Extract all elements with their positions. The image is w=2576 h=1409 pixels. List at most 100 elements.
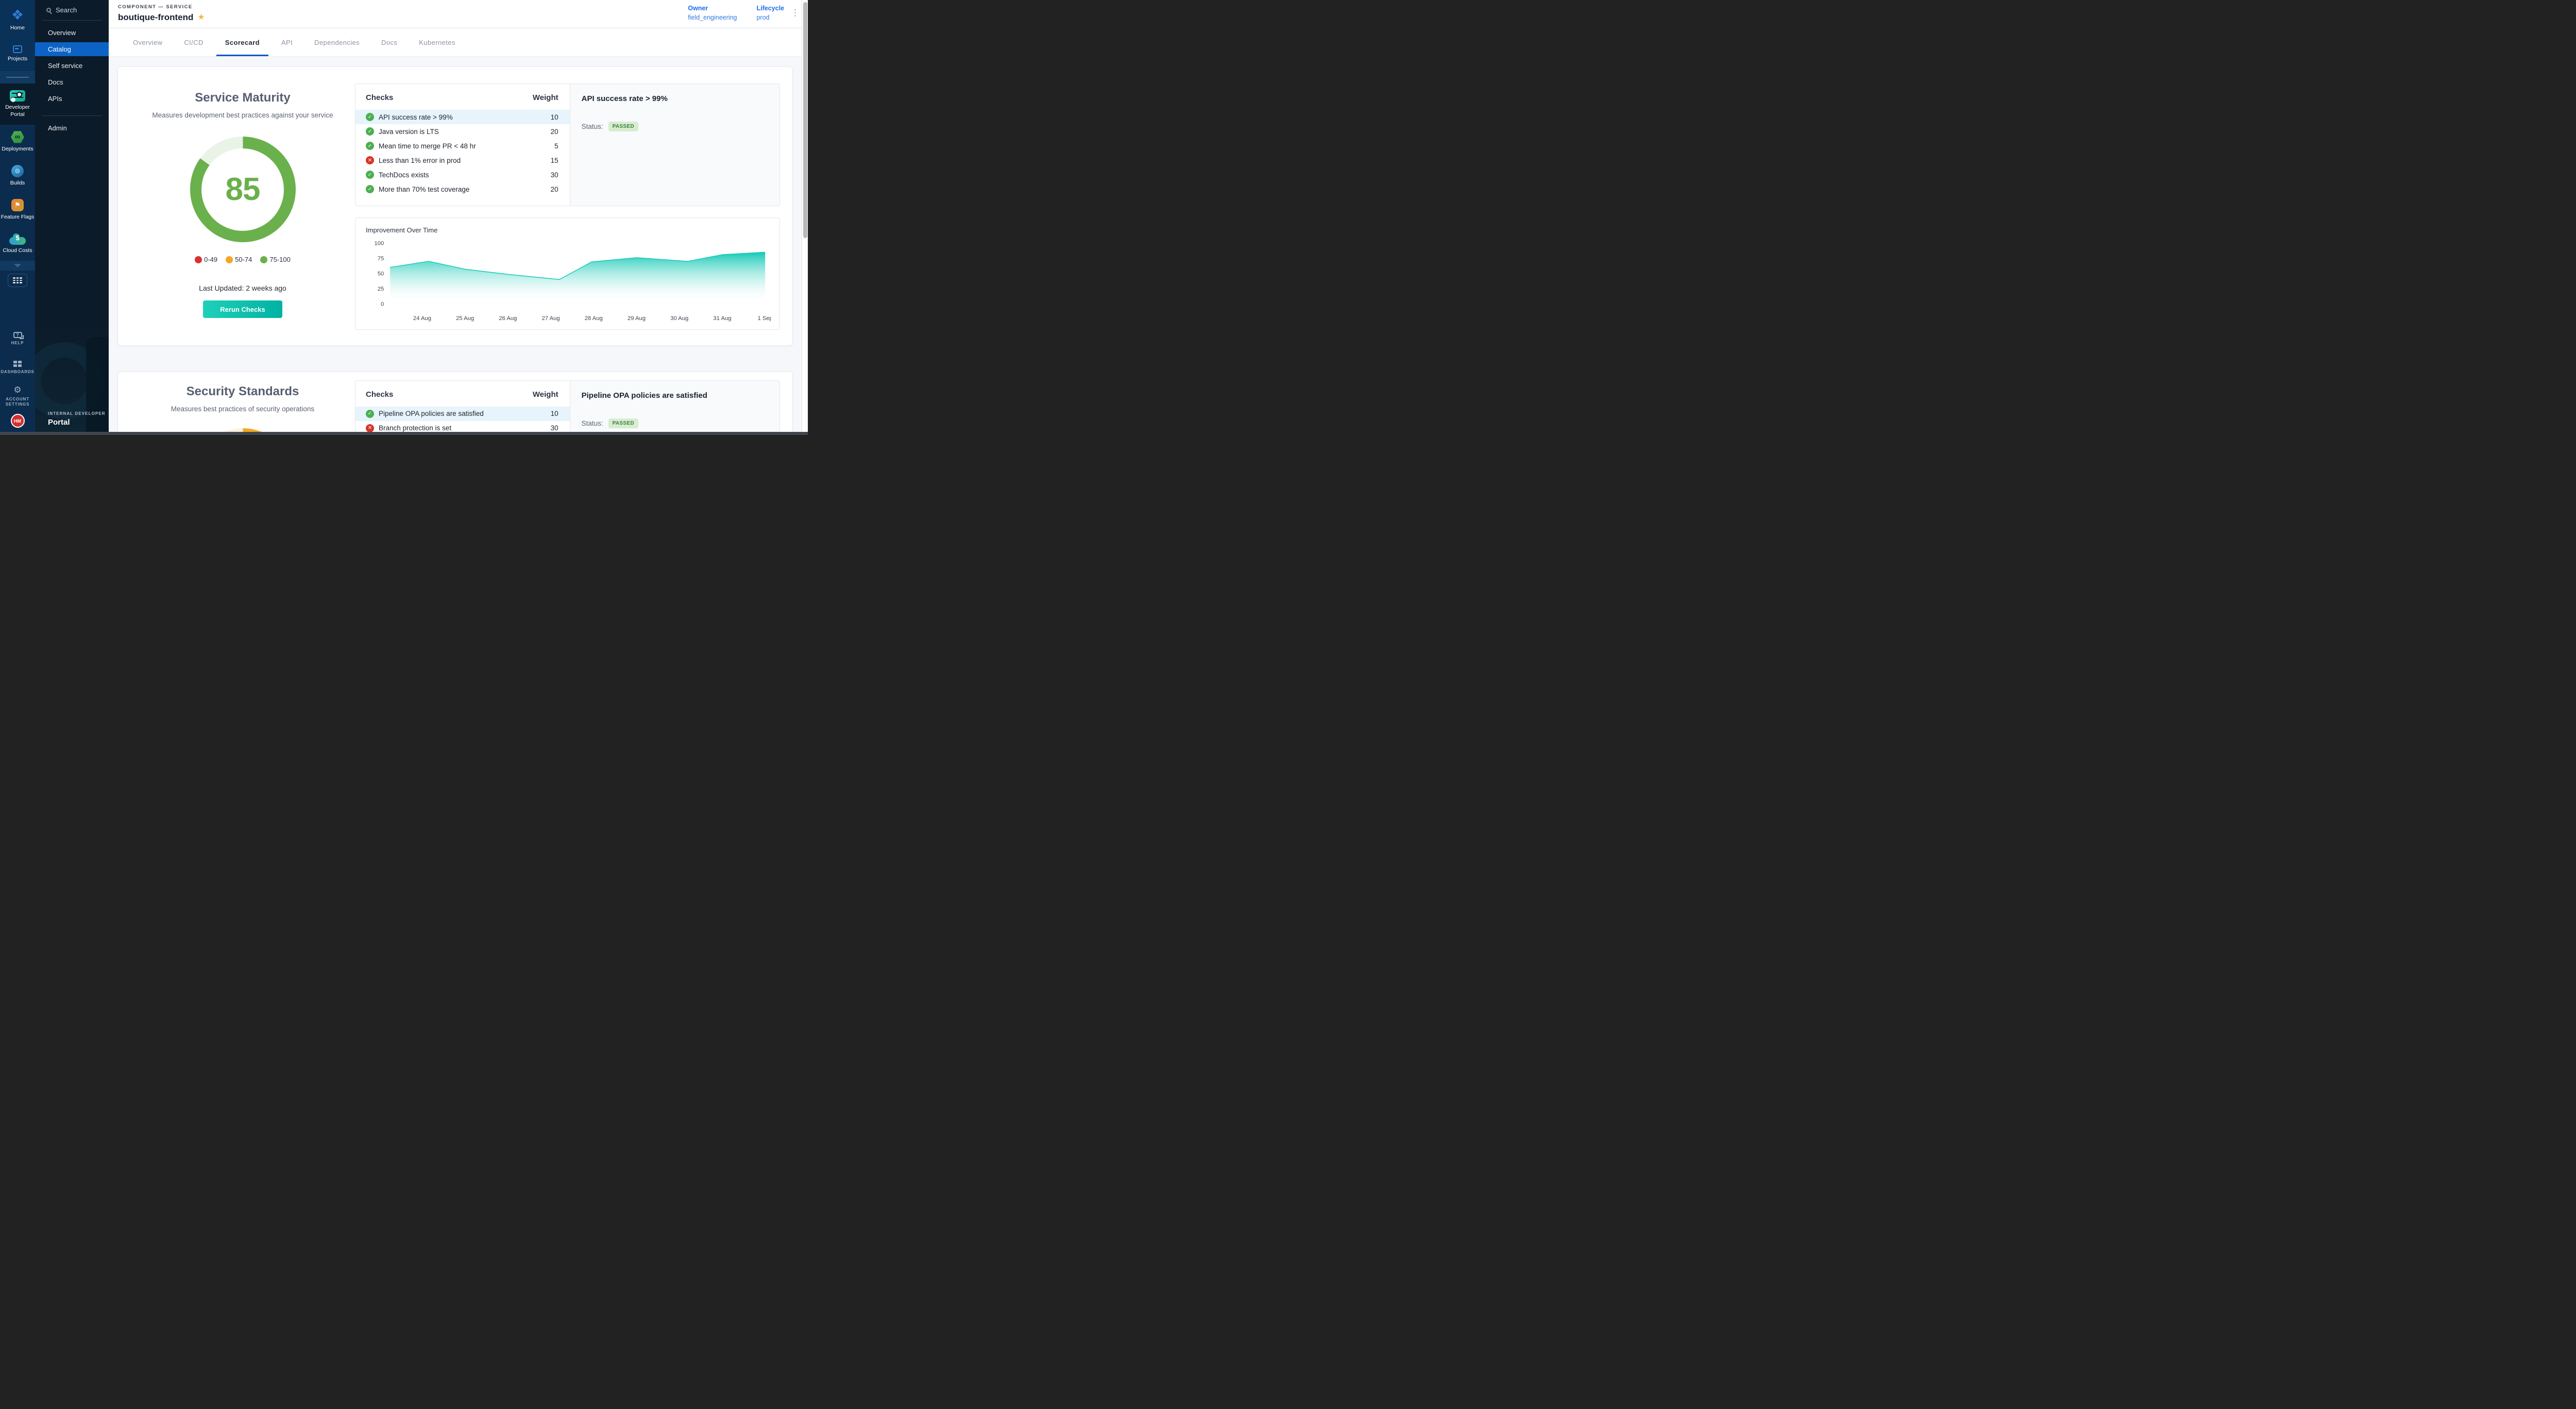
sidebar-item-projects[interactable]: Projects [0,37,35,71]
sidebar-item-cloud-costs[interactable]: Cloud Costs [0,227,35,261]
brand-name: Portal [48,418,109,427]
sidebar-item-overview[interactable]: Overview [35,26,109,40]
tab-scorecard[interactable]: Scorecard [216,28,268,56]
tab-ci-cd[interactable]: CI/CD [175,28,212,56]
sidebar-item-account-settings[interactable]: ⚙ACCOUNT SETTINGS [0,382,35,411]
projects-cube-icon [13,45,22,53]
primary-sidebar: ❖Home Projects Developer Portal ∞Deployme… [0,0,35,435]
sidebar-item-catalog[interactable]: Catalog [35,42,109,56]
scorecard-subtitle: Measures development best practices agai… [130,111,355,119]
primary-sidebar-modules: ∞Deployments⊚Builds⚑Feature Flags Cloud C… [0,125,35,261]
legend-dot [226,256,233,263]
check-row[interactable]: ✕Less than 1% error in prod15 [355,153,570,167]
score-legend: 0-4950-7475-100 [130,256,355,263]
sidebar-item-label: Projects [8,56,27,62]
kebab-menu-icon[interactable]: ⋮ [791,8,800,17]
check-detail-panel: Pipeline OPA policies are satisfied Stat… [570,381,779,435]
owner-label[interactable]: Owner [688,5,737,12]
checks-column-header: Checks [366,390,393,399]
check-pass-icon: ✓ [366,171,374,179]
dashboards-icon [13,361,22,367]
status-label: Status: [582,123,603,130]
lifecycle-value: prod [756,14,784,21]
improvement-chart-card: Improvement Over Time 100755025024 Aug25… [355,217,780,330]
help-icon: ? [13,332,22,338]
legend-item: 75-100 [260,256,290,263]
sidebar-item-feature-flags[interactable]: ⚑Feature Flags [0,193,35,227]
sidebar-item-builds[interactable]: ⊚Builds [0,159,35,193]
avatar[interactable]: HM [11,414,25,428]
check-name: Mean time to merge PR < 48 hr [379,142,554,150]
check-weight: 20 [551,186,558,193]
check-row[interactable]: ✓Mean time to merge PR < 48 hr5 [355,139,570,153]
account-settings-icon: ⚙ [13,385,21,394]
entity-header: COMPONENT — SERVICE boutique-frontend ★ … [109,0,808,28]
app-window: ❖Home Projects Developer Portal ∞Deployme… [0,0,808,435]
primary-sidebar-top: ❖Home Projects [0,0,35,71]
module-switcher-button[interactable] [8,274,27,287]
collapse-band[interactable] [0,261,35,271]
sidebar-item-deployments[interactable]: ∞Deployments [0,125,35,159]
area-series [390,252,765,304]
check-row[interactable]: ✓ TechDocs exists30 [355,167,570,182]
check-name: Java version is LTS [379,128,551,136]
sidebar-item-self-service[interactable]: Self service [35,59,109,73]
sidebar-item-docs[interactable]: Docs [35,75,109,89]
favorite-star-icon[interactable]: ★ [197,13,205,22]
check-weight: 15 [551,157,558,164]
check-pass-icon: ✓ [366,410,374,418]
tab-docs[interactable]: Docs [372,28,406,56]
check-detail-title: API success rate > 99% [582,94,768,103]
sidebar-item-label: Feature Flags [1,214,35,221]
sidebar-item-label: DASHBOARDS [1,370,34,375]
developer-portal-icon [10,90,25,102]
deployments-icon: ∞ [11,131,24,143]
y-axis-tick: 0 [381,301,384,307]
legend-item: 50-74 [226,256,252,263]
y-axis-tick: 75 [378,256,384,262]
tab-api[interactable]: API [273,28,301,56]
check-name: API success rate > 99% [379,113,551,121]
primary-sidebar-active-section: Developer Portal [0,83,35,125]
check-row[interactable]: ✓Pipeline OPA policies are satisfied10 [355,407,570,421]
sidebar-item-dashboards[interactable]: DASHBOARDS [0,353,35,382]
check-row[interactable]: ✓More than 70% test coverage20 [355,182,570,196]
sidebar-item-developer-portal[interactable]: Developer Portal [0,83,35,125]
lifecycle-label: Lifecycle [756,5,784,12]
check-detail-title: Pipeline OPA policies are satisfied [582,391,768,400]
rerun-checks-button[interactable]: Rerun Checks [203,300,282,318]
check-name: TechDocs exists [379,171,551,179]
tab-kubernetes[interactable]: Kubernetes [410,28,464,56]
sidebar-item-label: Cloud Costs [3,247,32,254]
search-row[interactable]: Search [35,0,109,19]
sidebar-divider [42,115,101,116]
tab-overview[interactable]: Overview [124,28,171,56]
scrollbar-thumb[interactable] [803,2,807,238]
check-name: More than 70% test coverage [379,186,551,193]
check-pass-icon: ✓ [366,127,374,136]
x-axis-tick: 29 Aug [628,315,646,322]
x-axis-tick: 30 Aug [670,315,688,322]
last-updated-text: Last Updated: 2 weeks ago [130,284,355,292]
sidebar-item-home[interactable]: ❖Home [0,3,35,37]
check-fail-icon: ✕ [366,424,374,432]
scorecard-title: Security Standards [130,384,355,399]
check-weight: 30 [551,171,558,179]
owner-value[interactable]: field_engineering [688,14,737,21]
x-axis-tick: 26 Aug [499,315,517,322]
check-fail-icon: ✕ [366,156,374,164]
check-row[interactable]: ✓API success rate > 99%10 [355,110,570,124]
tab-dependencies[interactable]: Dependencies [306,28,368,56]
x-axis-tick: 25 Aug [456,315,474,322]
scorecard-content: Service Maturity Measures development be… [109,57,802,435]
sidebar-item-label: Builds [10,180,25,187]
score-value: 85 [226,171,260,208]
check-weight: 20 [551,128,558,136]
x-axis-tick: 1 Sep [757,315,771,322]
check-row[interactable]: ✓ Java version is LTS20 [355,124,570,139]
sidebar-item-apis[interactable]: APIs [35,92,109,106]
y-axis-tick: 50 [378,271,384,277]
sidebar-item-help[interactable]: ?HELP [0,324,35,353]
secondary-sidebar: Search Overview Catalog Self service Docs AP… [35,0,109,435]
sidebar-item-admin[interactable]: Admin [35,121,109,135]
